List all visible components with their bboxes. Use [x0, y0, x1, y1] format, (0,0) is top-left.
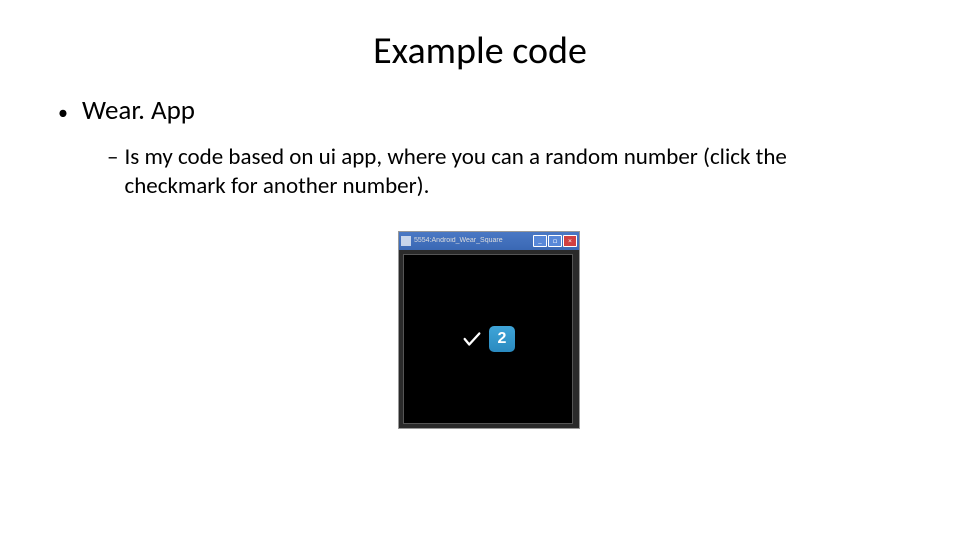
bullet-dash-icon: – — [107, 143, 118, 172]
bullet-item-2: – Is my code based on ui app, where you … — [58, 143, 920, 201]
close-icon: × — [568, 237, 572, 244]
minimize-button[interactable]: _ — [533, 235, 547, 247]
emulator-body: 2 — [399, 250, 579, 428]
titlebar-left: 5554:Android_Wear_Square — [401, 236, 503, 246]
app-icon — [401, 236, 411, 246]
checkmark-icon[interactable] — [461, 328, 483, 350]
maximize-button[interactable]: □ — [548, 235, 562, 247]
random-number-display: 2 — [489, 326, 515, 352]
maximize-icon: □ — [553, 237, 557, 244]
slide-title: Example code — [0, 0, 960, 94]
window-title: 5554:Android_Wear_Square — [414, 237, 503, 244]
wear-content: 2 — [461, 326, 515, 352]
bullet-1-text: Wear. App — [82, 94, 195, 127]
emulator-window: 5554:Android_Wear_Square _ □ × — [398, 231, 580, 429]
close-button[interactable]: × — [563, 235, 577, 247]
window-titlebar: 5554:Android_Wear_Square _ □ × — [399, 232, 579, 250]
bullet-2-text: Is my code based on ui app, where you ca… — [124, 143, 890, 201]
wear-screen: 2 — [403, 254, 573, 424]
minimize-icon: _ — [538, 237, 542, 244]
content-area: • Wear. App – Is my code based on ui app… — [0, 94, 960, 429]
bullet-item-1: • Wear. App — [58, 94, 920, 127]
screenshot-container: 5554:Android_Wear_Square _ □ × — [58, 231, 920, 429]
bullet-dot-icon: • — [58, 100, 68, 127]
window-controls: _ □ × — [533, 235, 577, 247]
